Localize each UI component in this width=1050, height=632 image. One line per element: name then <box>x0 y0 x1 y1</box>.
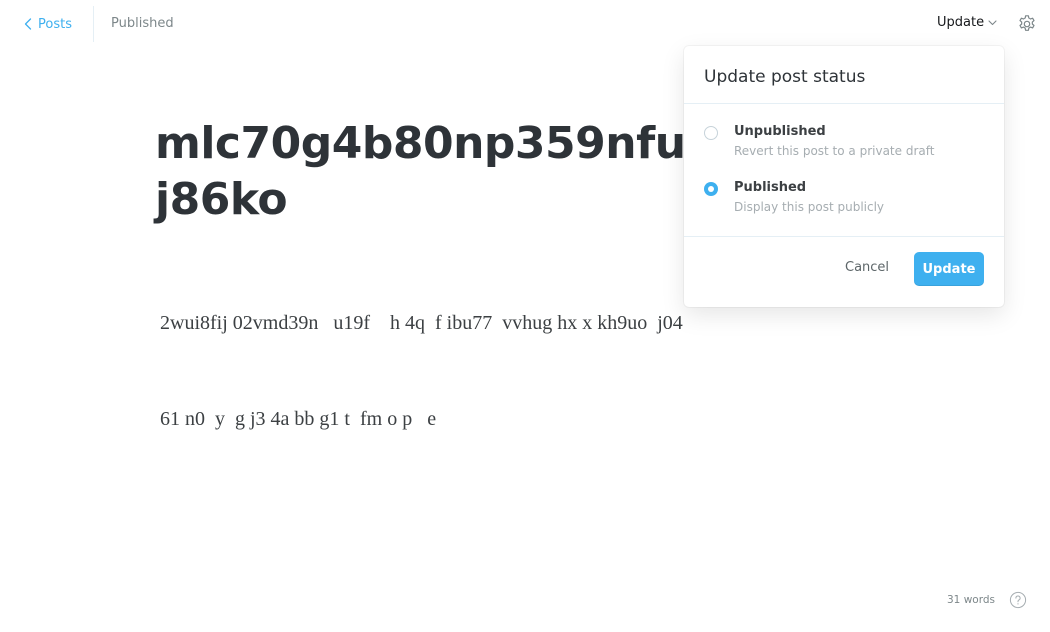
unpublished-radio[interactable] <box>704 126 718 140</box>
option-label: Unpublished <box>734 124 826 139</box>
help-button[interactable] <box>1009 591 1027 609</box>
chevron-down-icon <box>988 19 997 25</box>
post-title-input[interactable]: mlc70g4b80np359nfutc j86ko <box>155 116 732 228</box>
word-count: 31 words <box>947 594 995 606</box>
option-published[interactable]: Published Display this post publicly <box>704 178 984 218</box>
post-title-line: j86ko <box>155 174 288 225</box>
help-icon <box>1009 591 1027 609</box>
option-unpublished[interactable]: Unpublished Revert this post to a privat… <box>704 122 984 162</box>
gear-icon <box>1019 15 1035 31</box>
post-body-line: 61 n0 y g j3 4a bb g1 t fm o p e <box>160 408 437 430</box>
published-radio[interactable] <box>704 182 718 196</box>
update-button[interactable]: Update <box>914 252 984 286</box>
settings-menu-button[interactable] <box>1017 14 1037 34</box>
back-to-posts-link[interactable]: Posts <box>24 14 72 34</box>
post-body-editor[interactable]: 2wui8fij 02vmd39n u19f h 4q f ibu77 vvhu… <box>160 243 700 499</box>
update-menu-label: Update <box>937 15 985 30</box>
post-editor-page: Posts Published Update mlc70g4b80np359nf… <box>0 0 1050 632</box>
popover-divider <box>684 236 1004 237</box>
post-title-line: mlc70g4b80np359nfutc <box>155 118 732 169</box>
header-divider <box>93 6 94 42</box>
update-status-popover: Update post status Unpublished Revert th… <box>684 46 1004 307</box>
option-description: Display this post publicly <box>734 200 885 214</box>
editor-header: Posts Published Update <box>0 0 1050 48</box>
post-body-line: 2wui8fij 02vmd39n u19f h 4q f ibu77 vvhu… <box>160 312 683 334</box>
option-label: Published <box>734 180 807 195</box>
cancel-button[interactable]: Cancel <box>845 260 889 275</box>
popover-divider <box>684 103 1004 104</box>
chevron-left-icon <box>24 18 32 30</box>
back-link-label: Posts <box>38 16 72 32</box>
option-description: Revert this post to a private draft <box>734 144 935 158</box>
popover-title: Update post status <box>704 67 866 87</box>
post-status-text: Published <box>111 16 174 31</box>
update-menu-trigger[interactable]: Update <box>937 15 997 30</box>
